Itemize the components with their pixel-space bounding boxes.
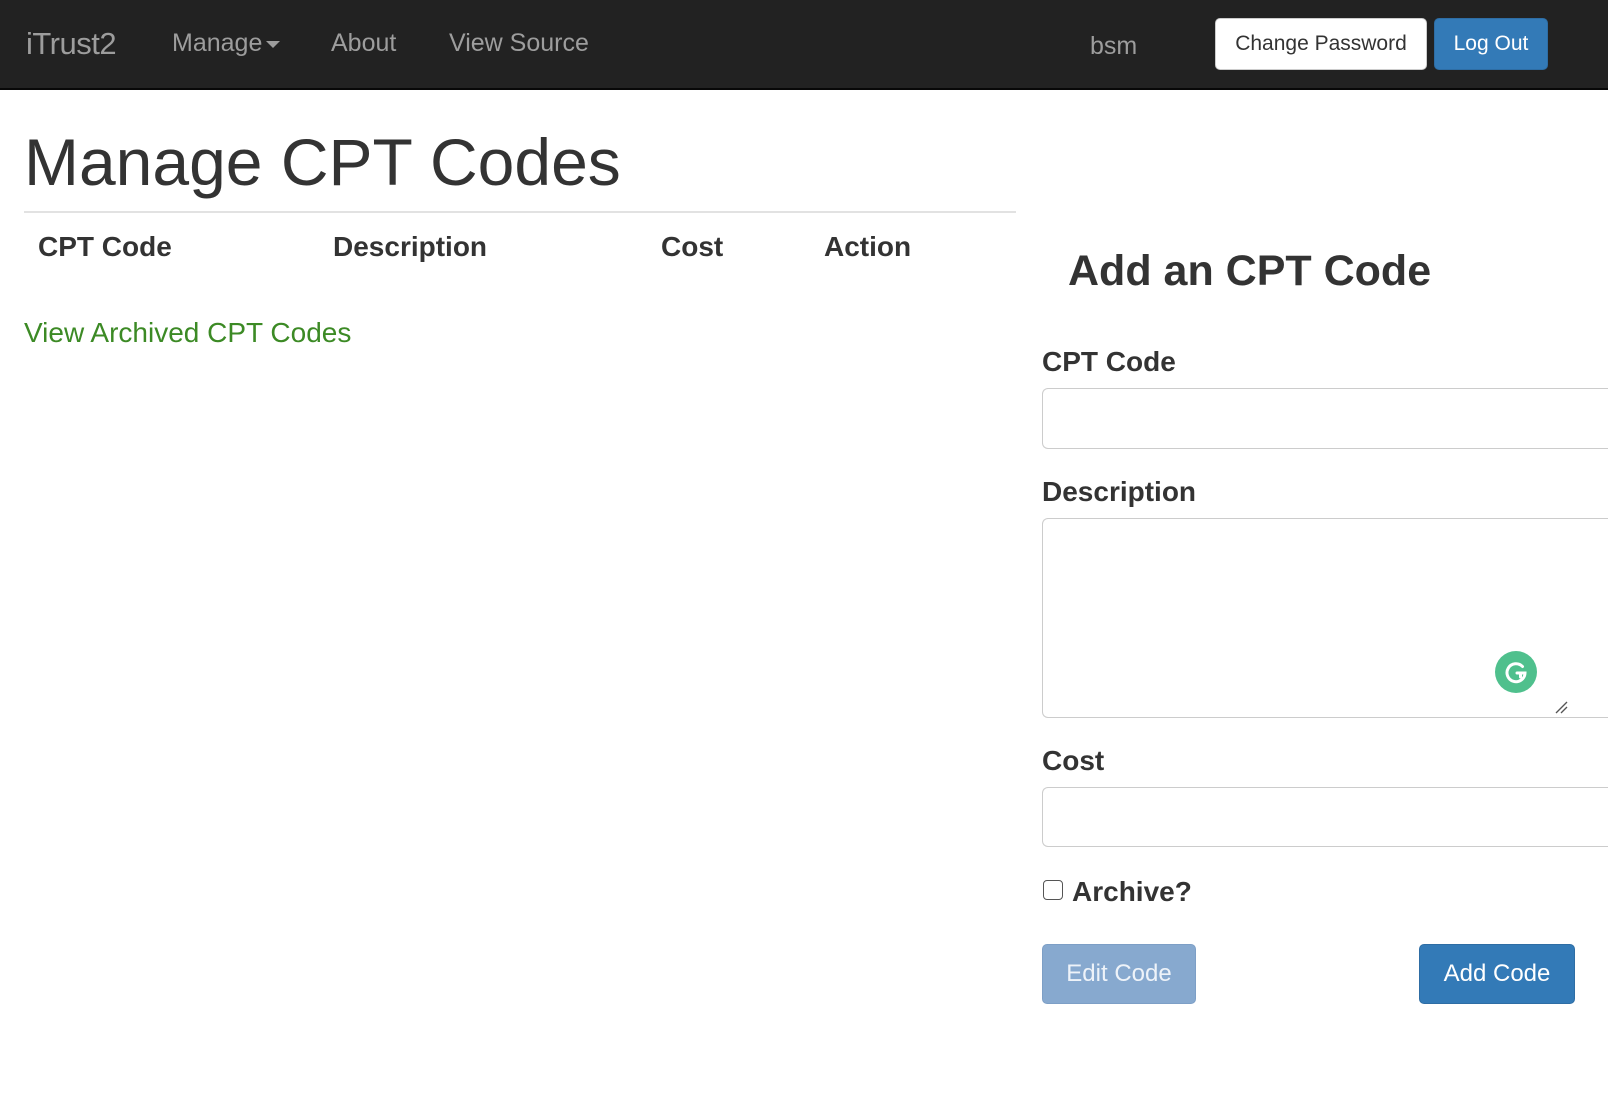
nav-about[interactable]: About bbox=[331, 29, 396, 58]
description-label: Description bbox=[1042, 476, 1197, 507]
top-navbar: iTrust2 Manage About View Source bsm Cha… bbox=[0, 0, 1608, 90]
nav-manage-dropdown[interactable]: Manage bbox=[172, 29, 281, 58]
cpt-code-input[interactable] bbox=[1042, 388, 1608, 449]
resize-grip-icon[interactable] bbox=[1554, 700, 1568, 714]
add-code-button[interactable]: Add Code bbox=[1419, 944, 1575, 1004]
cost-label: Cost bbox=[1042, 745, 1105, 776]
log-out-button[interactable]: Log Out bbox=[1434, 18, 1548, 70]
nav-manage-label: Manage bbox=[172, 29, 263, 57]
column-header-description: Description bbox=[333, 231, 488, 262]
change-password-button[interactable]: Change Password bbox=[1215, 18, 1427, 70]
title-divider bbox=[24, 211, 1016, 213]
column-header-cost: Cost bbox=[661, 231, 724, 262]
archive-checkbox[interactable] bbox=[1043, 880, 1063, 900]
brand-logo[interactable]: iTrust2 bbox=[26, 26, 117, 62]
grammarly-icon[interactable] bbox=[1495, 651, 1537, 693]
archive-label[interactable]: Archive? bbox=[1072, 876, 1192, 908]
cost-input[interactable] bbox=[1042, 787, 1608, 847]
current-user-name: bsm bbox=[1090, 32, 1138, 60]
cpt-code-label: CPT Code bbox=[1042, 346, 1176, 377]
nav-view-source[interactable]: View Source bbox=[449, 29, 589, 58]
column-header-cpt-code: CPT Code bbox=[38, 231, 172, 262]
view-archived-codes-link[interactable]: View Archived CPT Codes bbox=[24, 317, 351, 349]
column-header-action: Action bbox=[824, 231, 912, 262]
form-title: Add an CPT Code bbox=[1068, 247, 1432, 295]
page-title: Manage CPT Codes bbox=[24, 125, 621, 199]
edit-code-button[interactable]: Edit Code bbox=[1042, 944, 1196, 1004]
caret-down-icon bbox=[266, 40, 281, 48]
